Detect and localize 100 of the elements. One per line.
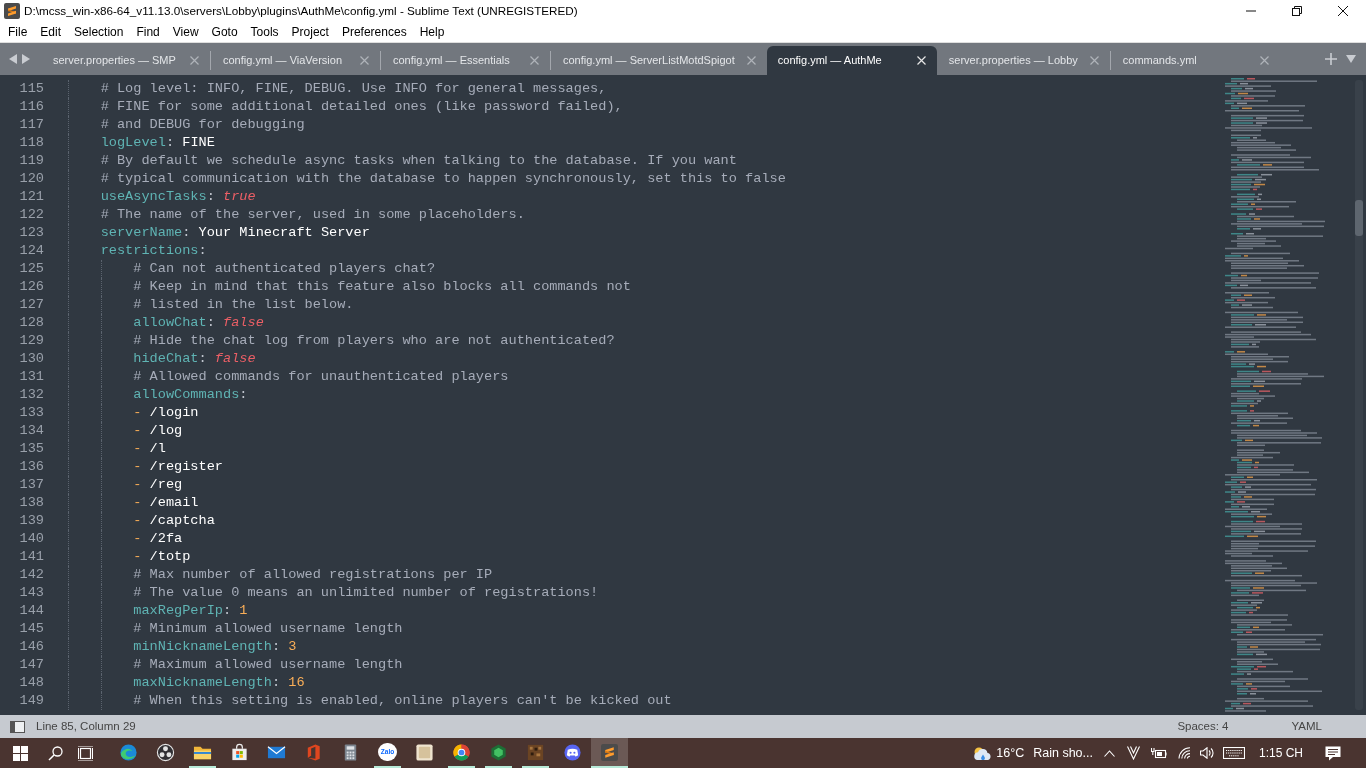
line-number: 122 [18,206,44,224]
line-number: 129 [18,332,44,350]
window-title: D:\mcss_win-x86-64_v11.13.0\servers\Lobby\plugins\AuthMe\config.yml - Sublime Text (UNREGISTERED) [24,3,578,20]
line-number: 121 [18,188,44,206]
taskbar-button[interactable] [591,738,628,768]
line-number: 139 [18,512,44,530]
tab[interactable]: server.properties — Lobby [936,46,1110,75]
windows-logo-icon[interactable] [12,745,28,761]
code-line: # typical communication with the database to happen synchronously, set this to false [100,170,786,188]
code-line: allowChat: false [133,314,264,332]
tab[interactable]: config.yml — ServerListMotdSpigot [551,46,767,75]
code-line: # Maximum allowed username length [133,656,403,674]
picture-tile-icon [415,743,434,762]
code-line: - /log [133,422,183,440]
caret-right-icon[interactable] [22,54,30,64]
line-number: 149 [18,692,44,710]
line-number: 146 [18,638,44,656]
circles-in-ring-icon [156,743,175,762]
menu-item[interactable]: Tools [245,23,284,41]
menu-item[interactable]: Goto [206,23,243,41]
sidebar-icon[interactable] [10,720,25,733]
search-icon[interactable] [47,745,63,761]
code-line: # Keep in mind that this feature also blocks all commands not [133,278,631,296]
tab[interactable]: config.yml — Essentials [381,46,550,75]
code-line: # The name of the server, used in some placeholders. [100,206,525,224]
code-line: # The value 0 means an unlimited number of registrations! [133,584,599,602]
code-line: # listed in the list below. [133,296,354,314]
menu-item[interactable]: Project [286,23,334,41]
line-number: 134 [18,422,44,440]
line-number: 147 [18,656,44,674]
line-number: 115 [18,80,44,98]
caret-down-icon[interactable] [1346,55,1356,63]
code-line: # Log level: INFO, FINE, DEBUG. Use INFO for general messages, [100,80,607,98]
line-number: 116 [18,98,44,116]
controller-face-icon [563,743,582,762]
clock[interactable]: 1:15 CH [1258,744,1303,762]
chevron-up-icon[interactable] [1103,749,1115,757]
scrollbar[interactable] [1355,80,1363,710]
line-number: 123 [18,224,44,242]
keyboard-icon[interactable] [1222,747,1245,759]
restore-icon [1292,6,1302,16]
cursor-position: Line 85, Column 29 [36,718,136,734]
code-line: - /login [133,404,199,422]
caret-left-icon[interactable] [9,54,17,64]
cloud-rain-icon[interactable] [972,745,993,761]
line-number: 130 [18,350,44,368]
code-line: - /captcha [133,512,215,530]
menu-item[interactable]: File [3,23,33,41]
code-line: logLevel: FINE [100,134,215,152]
menu-item[interactable]: View [167,23,204,41]
speaker-icon[interactable] [1199,747,1214,759]
menu-item[interactable]: Edit [35,23,67,41]
shopping-bag-icon [230,743,249,762]
line-number: 136 [18,458,44,476]
menu-item[interactable]: Find [131,23,165,41]
app-logo-icon [4,3,20,19]
line-number: 141 [18,548,44,566]
wifi-icon[interactable] [1177,747,1191,759]
code-line: # Can not authenticated players chat? [133,260,436,278]
code-line: # Max number of allowed registrations per IP [133,566,493,584]
line-number: 131 [18,368,44,386]
code-line: serverName: Your Minecraft Server [100,224,370,242]
code-line: restrictions: [100,242,207,260]
line-number: 126 [18,278,44,296]
code-line: # Minimum allowed username length [133,620,403,638]
tab[interactable]: commands.yml [1110,46,1280,75]
v-shape-icon[interactable] [1126,746,1140,760]
swirl-circle-icon [119,743,138,762]
notification-icon[interactable] [1325,745,1341,761]
close-icon [1338,6,1348,16]
weather-temperature[interactable]: 16°C [996,743,1025,763]
weather-condition[interactable]: Rain sho... [1033,743,1093,763]
stripes-logo-icon [601,744,618,761]
tab[interactable]: config.yml — AuthMe [766,46,937,75]
menu-item[interactable]: Help [414,23,450,41]
tab[interactable]: config.yml — ViaVersion [211,46,380,75]
menu-item[interactable]: Preferences [336,23,412,41]
line-number: 133 [18,404,44,422]
syntax-mode[interactable]: YAML [1291,717,1322,736]
line-number: 118 [18,134,44,152]
code-line: useAsyncTasks: true [100,188,256,206]
code-line: - /2fa [133,530,183,548]
tab[interactable]: server.properties — SMP [41,46,210,75]
line-number: 125 [18,260,44,278]
indentation-setting[interactable]: Spaces: 4 [1177,717,1229,736]
line-number: 140 [18,530,44,548]
menu-item[interactable]: Selection [69,23,129,41]
plus-icon[interactable] [1325,53,1337,65]
line-number: 143 [18,584,44,602]
code-line: # and DEBUG for debugging [100,116,305,134]
battery-plug-icon[interactable] [1150,747,1167,759]
line-number: 117 [18,116,44,134]
task-view-icon[interactable] [77,745,93,761]
code-line: - /totp [133,548,191,566]
code-line: maxRegPerIp: 1 [133,602,248,620]
line-number: 144 [18,602,44,620]
code-line: # When this setting is enabled, online players can't be kicked out [133,692,672,710]
scrollbar-thumb[interactable] [1355,200,1363,236]
line-number: 119 [18,152,44,170]
line-number: 127 [18,296,44,314]
